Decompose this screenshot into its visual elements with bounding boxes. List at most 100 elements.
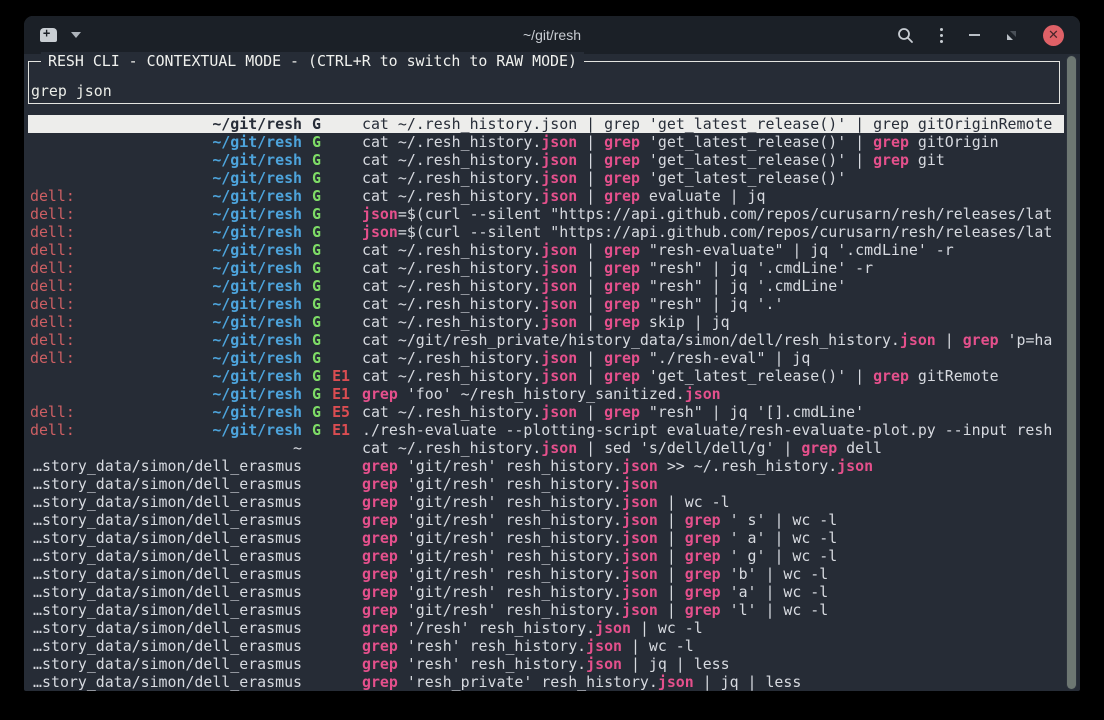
exit-status-flag bbox=[321, 601, 350, 619]
directory-label: …story_data/simon/dell_erasmus bbox=[33, 529, 302, 547]
command-text: grep 'git/resh' resh_history.json >> ~/.… bbox=[350, 457, 1064, 475]
exit-status-flag bbox=[321, 511, 350, 529]
exit-status-flag: E1 bbox=[321, 421, 350, 439]
directory-label: …story_data/simon/dell_erasmus bbox=[33, 475, 302, 493]
git-flag bbox=[302, 673, 321, 691]
close-button[interactable]: ✕ bbox=[1043, 25, 1064, 46]
history-row[interactable]: …story_data/simon/dell_erasmusgrep 'resh… bbox=[28, 673, 1064, 691]
directory-label: …story_data/simon/dell_erasmus bbox=[33, 583, 302, 601]
history-row[interactable]: ~cat ~/.resh_history.json | sed 's/dell/… bbox=[28, 439, 1064, 457]
history-row[interactable]: …story_data/simon/dell_erasmus grep 'git/… bbox=[28, 583, 1064, 601]
host-label: dell: bbox=[30, 205, 75, 223]
directory-label: …story_data/simon/dell_erasmus bbox=[33, 547, 302, 565]
command-text: grep 'git/resh' resh_history.json | grep… bbox=[350, 583, 1064, 601]
command-text: cat ~/.resh_history.json | grep skip | j… bbox=[350, 313, 1064, 331]
git-flag bbox=[302, 439, 321, 457]
history-row[interactable]: …story_data/simon/dell_erasmusgrep 'git/… bbox=[28, 529, 1064, 547]
history-row[interactable]: …story_data/simon/dell_erasmusgrep 'git/… bbox=[28, 547, 1064, 565]
git-flag bbox=[302, 493, 321, 511]
exit-status-flag bbox=[321, 673, 350, 691]
git-flag: G bbox=[302, 385, 321, 403]
history-row[interactable]: ~/git/reshGcat ~/.resh_history.json | gr… bbox=[28, 115, 1064, 133]
command-text: cat ~/.resh_history.json | grep evaluate… bbox=[350, 187, 1064, 205]
history-row[interactable]: dell:~/git/reshGcat ~/.resh_history.json… bbox=[28, 187, 1064, 205]
command-text: cat ~/.resh_history.json | grep "resh" |… bbox=[350, 295, 1064, 313]
history-row[interactable]: …story_data/simon/dell_erasmusgrep 'git/… bbox=[28, 475, 1064, 493]
history-row[interactable]: …story_data/simon/dell_erasmusgrep 'git/… bbox=[28, 511, 1064, 529]
new-tab-button[interactable] bbox=[40, 28, 57, 42]
history-row[interactable]: ~/git/reshGE1cat ~/.resh_history.json | … bbox=[28, 367, 1064, 385]
directory-label: ~/git/resh bbox=[212, 403, 302, 421]
host-label: dell: bbox=[30, 349, 75, 367]
host-label: dell: bbox=[30, 259, 75, 277]
command-text: cat ~/.resh_history.json | grep 'get_lat… bbox=[350, 151, 1064, 169]
history-row[interactable]: dell:~/git/reshGcat ~/.resh_history.json… bbox=[28, 259, 1064, 277]
history-row[interactable]: …story_data/simon/dell_erasmusgrep 'resh… bbox=[28, 637, 1064, 655]
history-row[interactable]: dell:~/git/reshGcat ~/git/resh_private/h… bbox=[28, 331, 1064, 349]
exit-status-flag bbox=[321, 295, 350, 313]
host-label: dell: bbox=[30, 403, 75, 421]
host-label: dell: bbox=[30, 241, 75, 259]
git-flag bbox=[302, 529, 321, 547]
minimize-icon bbox=[969, 34, 980, 36]
directory-label: ~/git/resh bbox=[212, 259, 302, 277]
restore-button[interactable] bbox=[1006, 30, 1017, 41]
directory-label: ~/git/resh bbox=[212, 367, 302, 385]
history-row[interactable]: dell:~/git/reshGcat ~/.resh_history.json… bbox=[28, 313, 1064, 331]
directory-label: …story_data/simon/dell_erasmus bbox=[33, 601, 302, 619]
git-flag: G bbox=[302, 241, 321, 259]
exit-status-flag bbox=[321, 115, 350, 133]
search-button[interactable] bbox=[897, 27, 914, 44]
tab-dropdown-button[interactable] bbox=[71, 32, 81, 38]
directory-label: ~/git/resh bbox=[212, 385, 302, 403]
scrollbar-thumb[interactable] bbox=[1067, 56, 1076, 689]
history-row[interactable]: dell:~/git/reshGjson=$(curl --silent "ht… bbox=[28, 223, 1064, 241]
command-text: grep 'foo' ~/resh_history_sanitized.json bbox=[350, 385, 1064, 403]
directory-label: ~ bbox=[293, 439, 302, 457]
directory-label: …story_data/simon/dell_erasmus bbox=[33, 619, 302, 637]
git-flag: G bbox=[302, 421, 321, 439]
command-text: grep '/resh' resh_history.json | wc -l bbox=[350, 619, 1064, 637]
history-row[interactable]: …story_data/simon/dell_erasmus grep '/res… bbox=[28, 619, 1064, 637]
command-text: ./resh-evaluate --plotting-script evalua… bbox=[350, 421, 1064, 439]
command-text: grep 'git/resh' resh_history.json | grep… bbox=[350, 511, 1064, 529]
command-text: cat ~/.resh_history.json | grep 'get_lat… bbox=[350, 133, 1064, 151]
host-label: dell: bbox=[30, 187, 75, 205]
exit-status-flag bbox=[321, 169, 350, 187]
directory-label: …story_data/simon/dell_erasmus bbox=[33, 655, 302, 673]
history-row[interactable]: dell:~/git/reshGjson=$(curl --silent "ht… bbox=[28, 205, 1064, 223]
history-row[interactable]: ~/git/reshGcat ~/.resh_history.json | gr… bbox=[28, 169, 1064, 187]
history-row[interactable]: ~/git/reshGcat ~/.resh_history.json | gr… bbox=[28, 133, 1064, 151]
history-row[interactable]: dell:~/git/reshGcat ~/.resh_history.json… bbox=[28, 241, 1064, 259]
terminal-screen: RESH CLI - CONTEXTUAL MODE - (CTRL+R to … bbox=[24, 54, 1080, 691]
search-query-input[interactable]: grep json bbox=[31, 82, 112, 100]
directory-label: …story_data/simon/dell_erasmus bbox=[33, 565, 302, 583]
history-row[interactable]: ~/git/reshGcat ~/.resh_history.json | gr… bbox=[28, 151, 1064, 169]
git-flag: G bbox=[302, 169, 321, 187]
history-row[interactable]: …story_data/simon/dell_erasmusgrep 'git/… bbox=[28, 601, 1064, 619]
history-row[interactable]: …story_data/simon/dell_erasmusgrep 'git/… bbox=[28, 493, 1064, 511]
git-flag bbox=[302, 475, 321, 493]
directory-label: ~/git/resh bbox=[212, 133, 302, 151]
terminal-window: ~/git/resh ✕ bbox=[24, 16, 1080, 691]
history-row[interactable]: dell:~/git/reshGcat ~/.resh_history.json… bbox=[28, 349, 1064, 367]
menu-button[interactable] bbox=[940, 28, 943, 43]
history-row[interactable]: ~/git/reshGE1grep 'foo' ~/resh_history_s… bbox=[28, 385, 1064, 403]
exit-status-flag bbox=[321, 349, 350, 367]
scrollbar[interactable] bbox=[1066, 55, 1077, 690]
history-list: ~/git/reshGcat ~/.resh_history.json | gr… bbox=[28, 115, 1064, 691]
titlebar: ~/git/resh ✕ bbox=[24, 16, 1080, 54]
minimize-button[interactable] bbox=[969, 34, 980, 36]
history-row[interactable]: dell:~/git/reshGE5cat ~/.resh_history.js… bbox=[28, 403, 1064, 421]
exit-status-flag: E5 bbox=[321, 403, 350, 421]
history-row[interactable]: …story_data/simon/dell_erasmusgrep 'resh… bbox=[28, 655, 1064, 673]
history-row[interactable]: dell:~/git/reshGE1./resh-evaluate --plot… bbox=[28, 421, 1064, 439]
history-row[interactable]: …story_data/simon/dell_erasmusgrep 'git/… bbox=[28, 565, 1064, 583]
git-flag bbox=[302, 583, 321, 601]
exit-status-flag bbox=[321, 277, 350, 295]
history-row[interactable]: dell:~/git/reshGcat ~/.resh_history.json… bbox=[28, 295, 1064, 313]
history-row[interactable]: …story_data/simon/dell_erasmusgrep 'git/… bbox=[28, 457, 1064, 475]
history-row[interactable]: dell:~/git/reshGcat ~/.resh_history.json… bbox=[28, 277, 1064, 295]
git-flag: G bbox=[302, 205, 321, 223]
new-tab-icon bbox=[40, 28, 57, 42]
